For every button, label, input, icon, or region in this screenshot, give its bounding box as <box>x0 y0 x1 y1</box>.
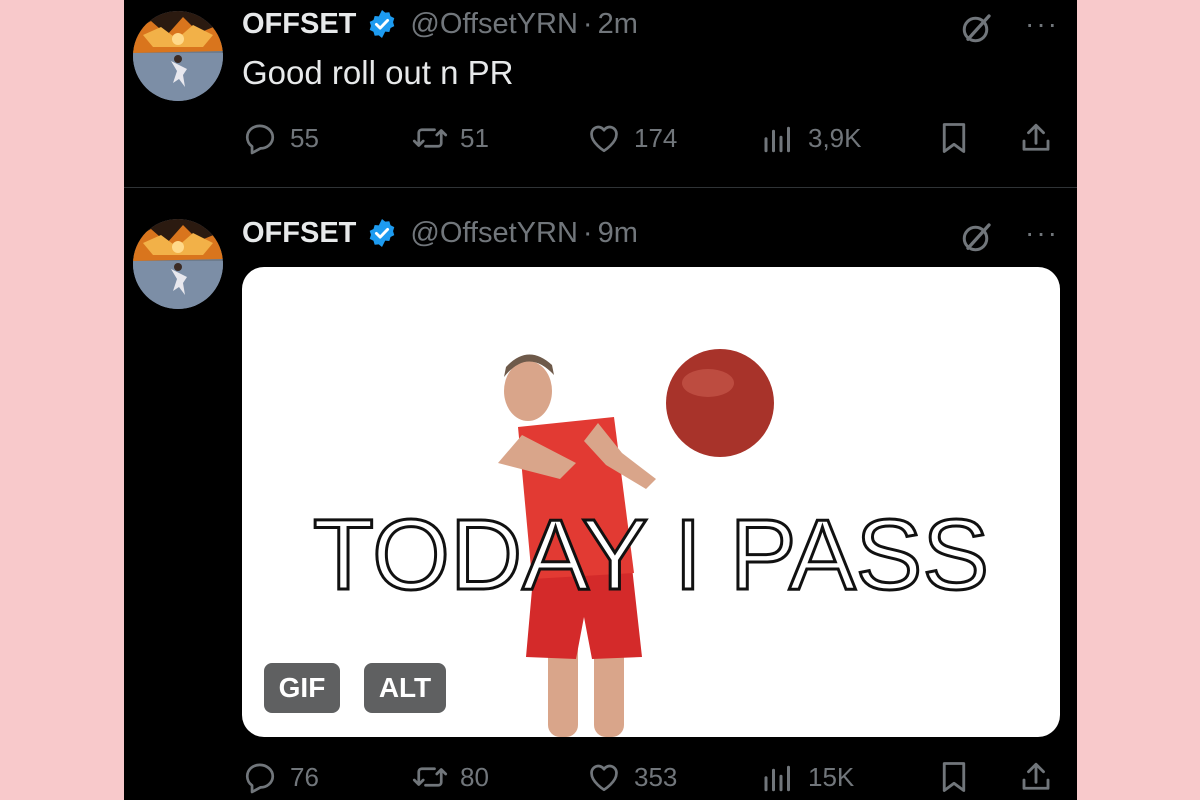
tweet-actions: 76 80 353 15K <box>242 757 1062 797</box>
tweet-top-actions: ··· <box>959 10 1059 46</box>
repost-icon <box>412 759 448 795</box>
reply-icon <box>242 759 278 795</box>
like-count: 174 <box>634 122 678 153</box>
basketball-icon <box>666 349 774 457</box>
reply-count: 55 <box>290 122 319 153</box>
like-button[interactable]: 353 <box>586 757 677 797</box>
timestamp[interactable]: 2m <box>598 8 638 41</box>
repost-count: 80 <box>460 761 489 792</box>
tweet-header: OFFSET @OffsetYRN · 9m <box>242 213 638 253</box>
tweet-actions: 55 51 174 3,9K <box>242 118 1062 158</box>
verified-badge-icon[interactable] <box>366 217 398 249</box>
like-button[interactable]: 174 <box>586 118 677 158</box>
repost-button[interactable]: 51 <box>412 118 489 158</box>
views-button[interactable]: 3,9K <box>760 118 862 158</box>
views-icon <box>760 759 796 795</box>
timeline: OFFSET @OffsetYRN · 2m ··· Good roll out… <box>124 0 1077 800</box>
display-name[interactable]: OFFSET <box>242 8 356 41</box>
share-button[interactable] <box>1018 757 1054 797</box>
avatar[interactable] <box>133 11 223 101</box>
separator: · <box>582 7 593 40</box>
share-icon <box>1018 120 1054 156</box>
grok-icon[interactable] <box>959 219 995 255</box>
alt-text-button[interactable]: ALT <box>364 663 446 713</box>
avatar-image-icon <box>133 11 223 101</box>
like-icon <box>586 759 622 795</box>
reply-button[interactable]: 55 <box>242 118 319 158</box>
separator: · <box>582 216 593 249</box>
bookmark-icon <box>936 120 972 156</box>
bookmark-button[interactable] <box>936 118 972 158</box>
views-icon <box>760 120 796 156</box>
reply-icon <box>242 120 278 156</box>
avatar[interactable] <box>133 219 223 309</box>
share-button[interactable] <box>1018 118 1054 158</box>
timestamp[interactable]: 9m <box>598 217 638 250</box>
view-count: 15K <box>808 761 855 792</box>
tweet-header: OFFSET @OffsetYRN · 2m <box>242 4 638 44</box>
gif-badge[interactable]: GIF <box>264 663 340 713</box>
bookmark-button[interactable] <box>936 757 972 797</box>
handle[interactable]: @OffsetYRN <box>410 8 578 41</box>
like-count: 353 <box>634 761 678 792</box>
grok-icon[interactable] <box>959 10 995 46</box>
share-icon <box>1018 759 1054 795</box>
view-count: 3,9K <box>808 122 862 153</box>
more-icon[interactable]: ··· <box>1025 219 1059 251</box>
display-name[interactable]: OFFSET <box>242 217 356 250</box>
gif-media[interactable]: TODAY I PASS GIF ALT <box>242 267 1060 737</box>
more-icon[interactable]: ··· <box>1025 10 1059 42</box>
tweet[interactable]: OFFSET @OffsetYRN · 9m ··· TODAY I PASS … <box>124 189 1077 800</box>
gif-caption: TODAY I PASS <box>313 499 989 611</box>
bookmark-icon <box>936 759 972 795</box>
reply-button[interactable]: 76 <box>242 757 319 797</box>
avatar-image-icon <box>133 219 223 309</box>
repost-button[interactable]: 80 <box>412 757 489 797</box>
tweet[interactable]: OFFSET @OffsetYRN · 2m ··· Good roll out… <box>124 0 1077 188</box>
repost-icon <box>412 120 448 156</box>
handle[interactable]: @OffsetYRN <box>410 217 578 250</box>
verified-badge-icon[interactable] <box>366 8 398 40</box>
views-button[interactable]: 15K <box>760 757 854 797</box>
reply-count: 76 <box>290 761 319 792</box>
repost-count: 51 <box>460 122 489 153</box>
tweet-text: Good roll out n PR <box>242 54 514 91</box>
like-icon <box>586 120 622 156</box>
tweet-top-actions: ··· <box>959 219 1059 255</box>
